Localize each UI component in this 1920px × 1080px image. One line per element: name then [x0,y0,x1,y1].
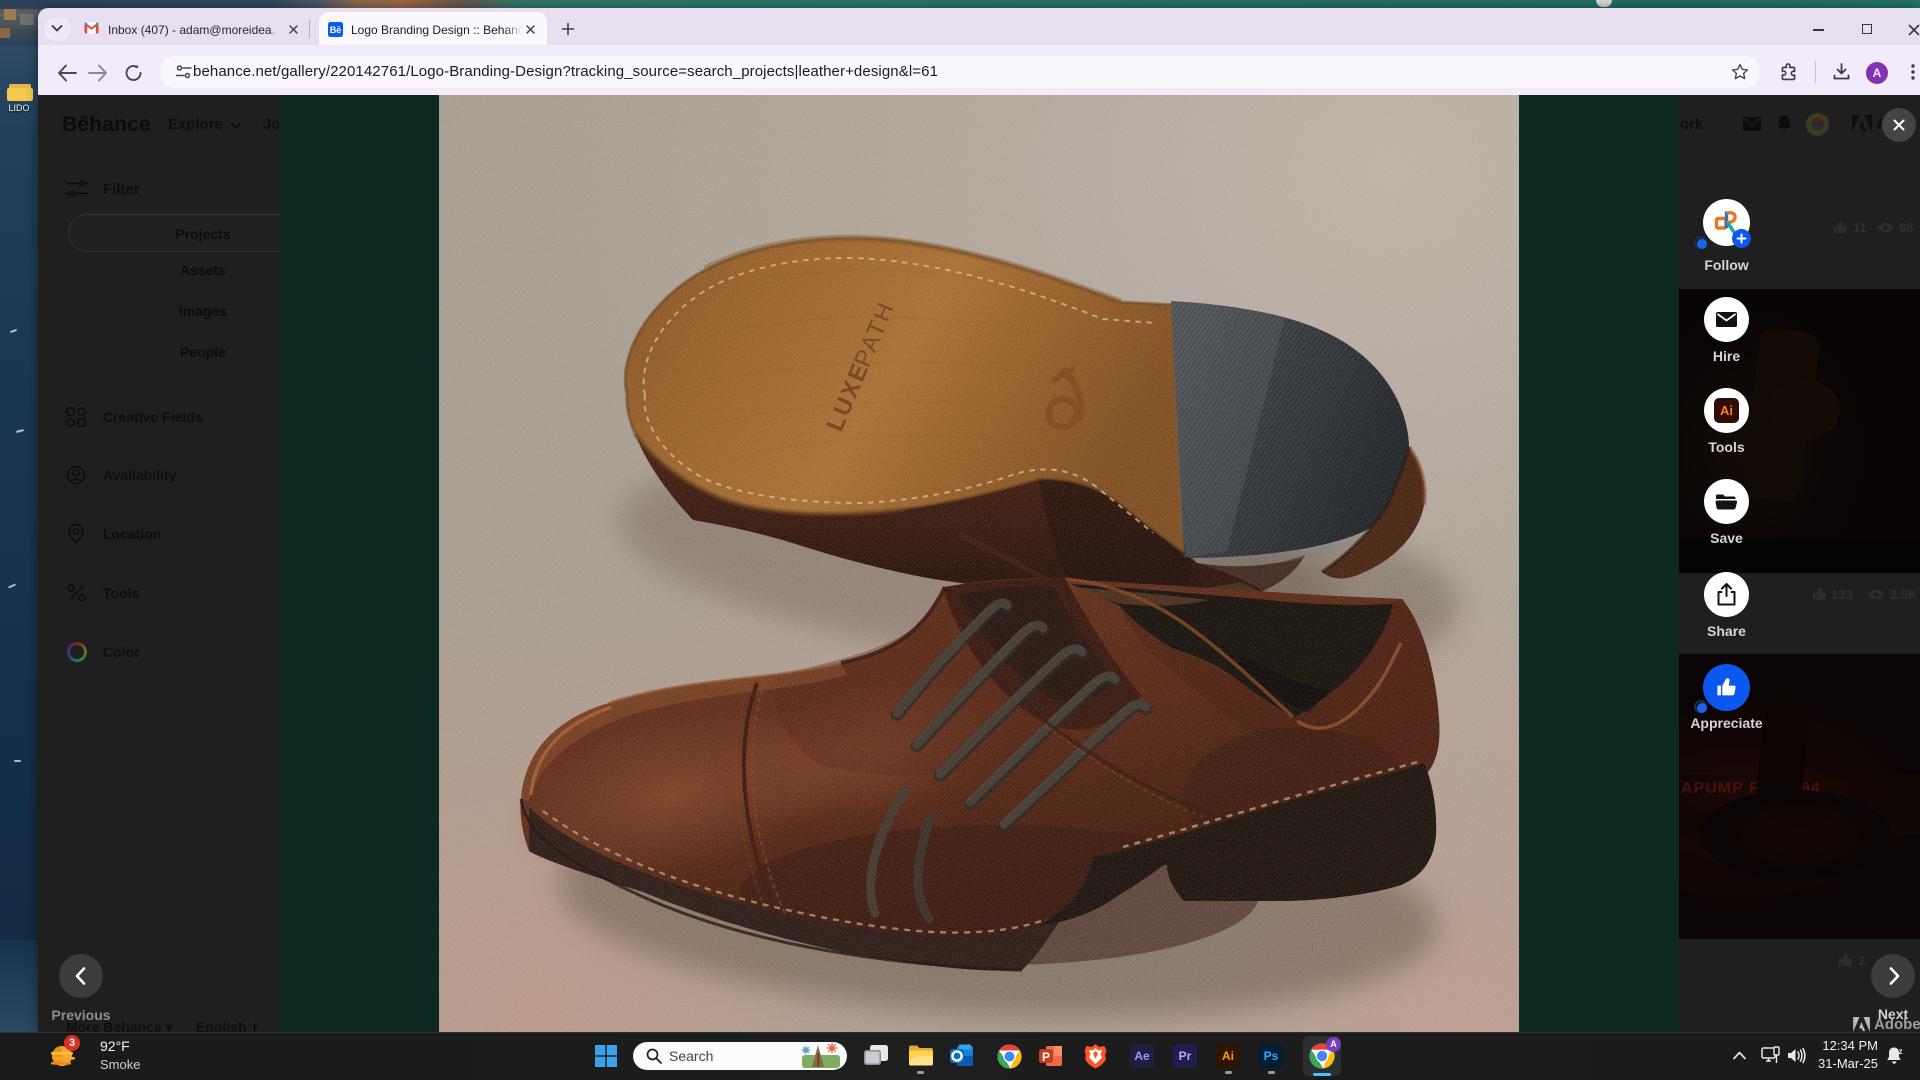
svg-text:Bē: Bē [330,25,342,35]
svg-text:P: P [1042,1050,1050,1064]
svg-text:z: z [1899,1047,1903,1056]
